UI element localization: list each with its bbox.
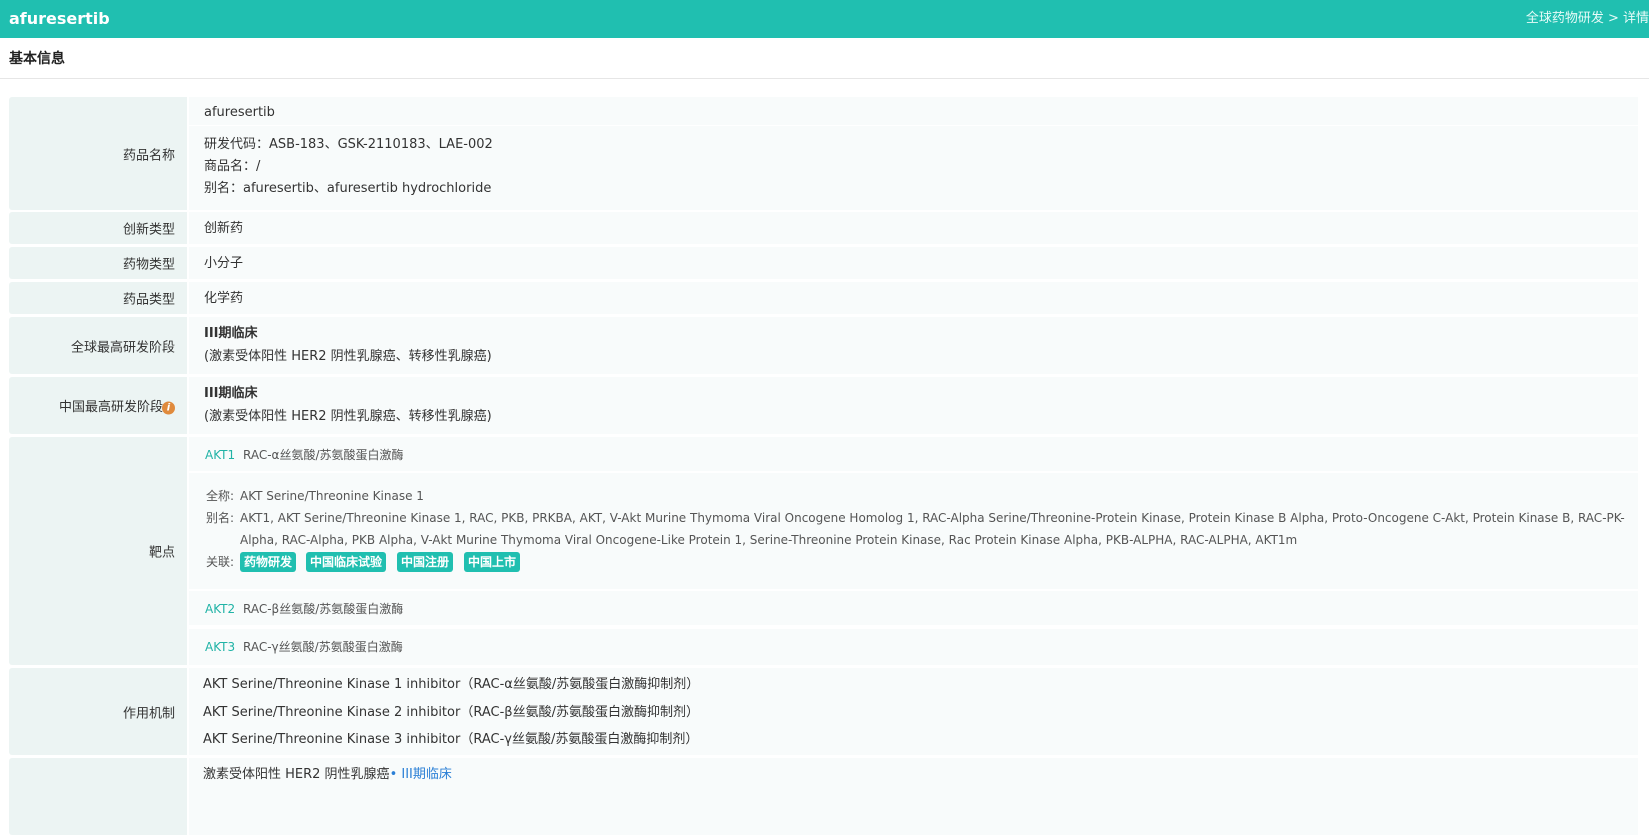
row-value: 小分子 xyxy=(189,247,1638,279)
row-value: AKT1 RAC-α丝氨酸/苏氨酸蛋白激酶 全称: AKT Serine/Thr… xyxy=(189,437,1638,665)
target-desc: RAC-α丝氨酸/苏氨酸蛋白激酶 xyxy=(243,448,404,462)
row-china-stage: 中国最高研发阶段 i III期临床 (激素受体阳性 HER2 阴性乳腺癌、转移性乳… xyxy=(9,377,1638,434)
row-label: 中国最高研发阶段 i xyxy=(9,377,187,434)
indication-line: 激素受体阳性 HER2 阴性乳腺癌• III期临床 xyxy=(203,766,452,783)
tag-china-trial[interactable]: 中国临床试验 xyxy=(306,552,387,572)
compound-value: 小分子 xyxy=(204,256,244,271)
row-value: 激素受体阳性 HER2 阴性乳腺癌• III期临床 xyxy=(189,758,1638,835)
row-label: 药物类型 xyxy=(9,247,187,279)
target-desc: RAC-β丝氨酸/苏氨酸蛋白激酶 xyxy=(243,602,404,616)
row-compound-type: 药物类型 小分子 xyxy=(9,247,1638,279)
china-stage-value: III期临床 xyxy=(204,386,258,401)
target-item: AKT2 RAC-β丝氨酸/苏氨酸蛋白激酶 xyxy=(189,591,1638,625)
row-indication: 激素受体阳性 HER2 阴性乳腺癌• III期临床 xyxy=(9,758,1638,835)
compound-label: 药物类型 xyxy=(122,257,175,273)
tag-china-registration[interactable]: 中国注册 xyxy=(397,552,454,572)
info-icon[interactable]: i xyxy=(162,401,175,414)
drug-trade-name: 商品名：/ xyxy=(204,159,261,174)
row-drug-name: 药品名称 afuresertib 研发代码：ASB-183、GSK-211018… xyxy=(9,97,1638,210)
related-label: 关联: xyxy=(206,555,235,569)
target-detail: 全称: AKT Serine/Threonine Kinase 1 别名: AK… xyxy=(189,473,1638,589)
target-item: AKT3 RAC-γ丝氨酸/苏氨酸蛋白激酶 xyxy=(189,629,1638,665)
section-header: 基本信息 xyxy=(0,38,1649,79)
target-code-link[interactable]: AKT3 xyxy=(205,639,235,656)
drug-alias: 别名：afuresertib、afuresertib hydrochloride xyxy=(204,181,492,196)
row-product-type: 药品类型 化学药 xyxy=(9,282,1638,314)
product-label: 药品类型 xyxy=(122,292,175,308)
page-title: afuresertib xyxy=(9,9,110,28)
indication-stage[interactable]: • III期临床 xyxy=(390,767,452,782)
china-stage-note: (激素受体阳性 HER2 阴性乳腺癌、转移性乳腺癌) xyxy=(204,409,492,424)
alias-label: 别名: xyxy=(206,511,235,525)
indication-text: 激素受体阳性 HER2 阴性乳腺癌 xyxy=(203,767,390,782)
innovation-label: 创新类型 xyxy=(122,222,175,238)
mechanism-label: 作用机制 xyxy=(122,706,175,721)
row-global-stage: 全球最高研发阶段 III期临床 (激素受体阳性 HER2 阴性乳腺癌、转移性乳腺… xyxy=(9,317,1638,374)
innovation-value: 创新药 xyxy=(204,221,244,236)
drug-codes: 研发代码：ASB-183、GSK-2110183、LAE-002 xyxy=(204,137,493,152)
fullname-value: AKT Serine/Threonine Kinase 1 xyxy=(240,489,424,503)
top-bar: afuresertib 全球药物研发 > 详情 xyxy=(0,0,1649,38)
target-desc: RAC-γ丝氨酸/苏氨酸蛋白激酶 xyxy=(243,640,403,654)
drug-name: afuresertib xyxy=(204,105,275,120)
mechanism-item: AKT Serine/Threonine Kinase 3 inhibitor（… xyxy=(203,732,699,747)
row-value: III期临床 (激素受体阳性 HER2 阴性乳腺癌、转移性乳腺癌) xyxy=(189,377,1638,434)
row-value: AKT Serine/Threonine Kinase 1 inhibitor（… xyxy=(189,668,1638,755)
tag-china-market[interactable]: 中国上市 xyxy=(464,552,521,572)
related-tags: 药物研发 中国临床试验 中国注册 中国上市 xyxy=(240,552,640,572)
china-stage-label: 中国最高研发阶段 xyxy=(58,400,163,415)
target-code-link[interactable]: AKT1 xyxy=(205,447,235,464)
product-value: 化学药 xyxy=(204,291,244,306)
row-mechanism: 作用机制 AKT Serine/Threonine Kinase 1 inhib… xyxy=(9,668,1638,755)
row-label: 药品类型 xyxy=(9,282,187,314)
global-stage-note: (激素受体阳性 HER2 阴性乳腺癌、转移性乳腺癌) xyxy=(204,349,492,364)
tag-drug-rd[interactable]: 药物研发 xyxy=(240,552,297,572)
target-code-link[interactable]: AKT2 xyxy=(205,601,235,618)
section-title: 基本信息 xyxy=(9,51,65,67)
row-value: 创新药 xyxy=(189,212,1638,244)
row-value: 化学药 xyxy=(189,282,1638,314)
row-value: afuresertib 研发代码：ASB-183、GSK-2110183、LAE… xyxy=(189,97,1638,210)
global-stage-label: 全球最高研发阶段 xyxy=(70,340,175,355)
target-item: AKT1 RAC-α丝氨酸/苏氨酸蛋白激酶 xyxy=(189,437,1638,471)
breadcrumb[interactable]: 全球药物研发 > 详情 xyxy=(1526,11,1649,27)
mechanism-item: AKT Serine/Threonine Kinase 2 inhibitor（… xyxy=(203,705,699,720)
row-label: 全球最高研发阶段 xyxy=(9,317,187,374)
breadcrumb-text[interactable]: 全球药物研发 > 详情 xyxy=(1526,11,1649,26)
drug-name-label: 药品名称 xyxy=(122,148,175,163)
fullname-label: 全称: xyxy=(206,489,235,503)
row-label xyxy=(9,758,187,835)
alias-line: AKT1, AKT Serine/Threonine Kinase 1, RAC… xyxy=(240,511,1625,525)
divider xyxy=(189,125,1638,126)
row-innovation: 创新类型 创新药 xyxy=(9,212,1638,244)
alias-line: Alpha, RAC-Alpha, PKB Alpha, V-Akt Murin… xyxy=(240,533,1298,547)
row-label: 靶点 xyxy=(9,437,187,665)
global-stage-value: III期临床 xyxy=(204,326,258,341)
mechanism-item: AKT Serine/Threonine Kinase 1 inhibitor（… xyxy=(203,677,700,692)
row-value: III期临床 (激素受体阳性 HER2 阴性乳腺癌、转移性乳腺癌) xyxy=(189,317,1638,374)
targets-label: 靶点 xyxy=(148,545,175,561)
row-label: 创新类型 xyxy=(9,212,187,244)
row-targets: 靶点 AKT1 RAC-α丝氨酸/苏氨酸蛋白激酶 全称: AKT Serine/… xyxy=(9,437,1638,665)
china-stage-label-wrap: 中国最高研发阶段 i xyxy=(59,397,175,415)
row-label: 药品名称 xyxy=(9,97,187,210)
row-label: 作用机制 xyxy=(9,668,187,755)
